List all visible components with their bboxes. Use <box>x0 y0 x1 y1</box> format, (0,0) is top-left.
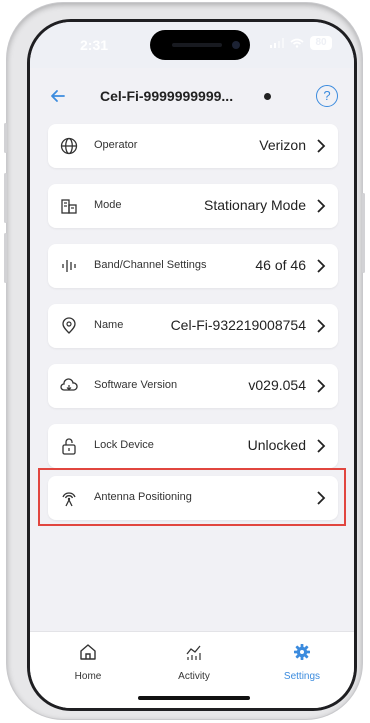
back-arrow-icon[interactable] <box>48 86 68 106</box>
chevron-right-icon <box>317 379 326 393</box>
status-time: 2:31 <box>80 37 109 53</box>
help-icon[interactable]: ? <box>316 85 338 107</box>
activity-chart-icon <box>186 645 201 660</box>
tab-settings[interactable]: Settings <box>262 642 342 684</box>
home-icon <box>80 644 96 660</box>
row-value: Stationary Mode <box>204 197 306 213</box>
cloud-download-icon <box>60 378 78 391</box>
row-label: Operator <box>94 139 138 151</box>
tab-activity[interactable]: Activity <box>154 642 234 684</box>
mute-switch <box>4 123 7 153</box>
row-value: v029.054 <box>248 377 306 393</box>
tab-label: Home <box>74 671 102 682</box>
battery-icon: 80 <box>310 36 332 50</box>
row-value: Unlocked <box>247 437 306 453</box>
status-icons: 80 <box>270 36 332 50</box>
signal-bars-icon <box>62 260 76 272</box>
settings-row-mode[interactable]: Mode Stationary Mode <box>48 184 338 228</box>
tab-label: Activity <box>178 671 210 682</box>
home-indicator <box>138 696 250 700</box>
row-label: Mode <box>94 199 122 211</box>
page-title: Cel-Fi-9999999999... <box>100 88 234 104</box>
tab-home[interactable]: Home <box>48 642 128 684</box>
settings-row-operator[interactable]: Operator Verizon <box>48 124 338 168</box>
tab-bar: Home Activity Settings <box>30 631 354 708</box>
row-label: Band/Channel Settings <box>94 259 207 271</box>
lock-icon <box>62 438 76 455</box>
highlight-box <box>38 468 346 526</box>
row-label: Software Version <box>94 379 178 391</box>
tab-label: Settings <box>283 671 321 682</box>
camera-icon <box>232 41 240 49</box>
location-pin-icon <box>62 317 76 334</box>
row-value: 46 of 46 <box>255 257 306 273</box>
chevron-right-icon <box>317 319 326 333</box>
power-button <box>362 193 365 273</box>
status-bar: 2:31 80 <box>30 22 354 68</box>
wifi-icon <box>290 38 304 48</box>
chevron-right-icon <box>317 199 326 213</box>
chevron-right-icon <box>317 439 326 453</box>
dynamic-island <box>150 30 250 60</box>
island-pill <box>172 43 222 47</box>
chevron-right-icon <box>317 259 326 273</box>
phone-frame: 2:31 80 Cel-Fi-9999999999... ? Operator … <box>4 3 365 719</box>
row-label: Name <box>94 319 124 331</box>
building-icon <box>61 199 77 214</box>
settings-row-lock-device[interactable]: Lock Device Unlocked <box>48 424 338 468</box>
settings-row-software-version[interactable]: Software Version v029.054 <box>48 364 338 408</box>
phone-screen: 2:31 80 Cel-Fi-9999999999... ? Operator … <box>27 19 357 711</box>
chevron-right-icon <box>317 139 326 153</box>
settings-row-band-channel[interactable]: Band/Channel Settings 46 of 46 <box>48 244 338 288</box>
cellular-signal-icon <box>270 38 284 48</box>
app-header: Cel-Fi-9999999999... ? <box>30 78 354 114</box>
volume-up-button <box>4 173 7 223</box>
row-label: Lock Device <box>94 439 154 451</box>
row-value: Cel-Fi-932219008754 <box>170 317 306 333</box>
status-dot-icon <box>264 93 271 100</box>
globe-icon <box>60 137 78 155</box>
row-value: Verizon <box>259 137 306 153</box>
gear-icon <box>294 644 310 660</box>
settings-row-name[interactable]: Name Cel-Fi-932219008754 <box>48 304 338 348</box>
volume-down-button <box>4 233 7 283</box>
